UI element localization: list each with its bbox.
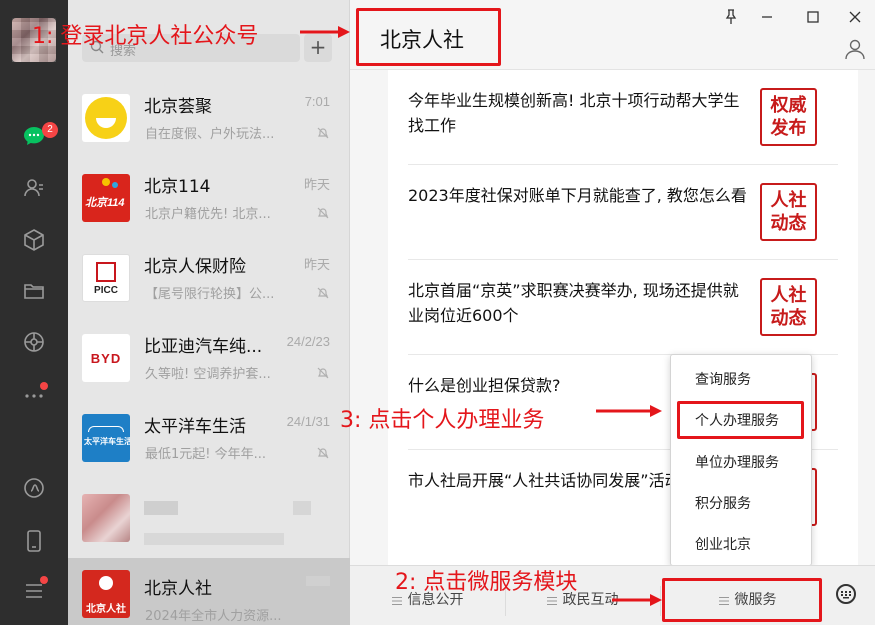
chat-time: 7:01 bbox=[304, 94, 330, 109]
phone-icon[interactable] bbox=[20, 527, 48, 555]
chat-item-redacted[interactable] bbox=[68, 478, 350, 558]
contacts-icon[interactable] bbox=[20, 174, 48, 202]
annotation-step-1: 1: 登录北京人社公众号 bbox=[32, 24, 259, 49]
annotation-arrow-3 bbox=[596, 405, 662, 417]
close-icon[interactable] bbox=[846, 8, 864, 26]
article-item[interactable]: 2023年度社保对账单下月就能查了, 教您怎么看 人社 动态 bbox=[408, 165, 838, 260]
avatar-text: PICC bbox=[94, 285, 118, 296]
article-item[interactable]: 今年毕业生规模创新高! 北京十项行动帮大学生找工作 权威 发布 bbox=[408, 70, 838, 165]
maximize-icon[interactable] bbox=[804, 8, 822, 26]
article-title: 2023年度社保对账单下月就能查了, 教您怎么看 bbox=[408, 186, 747, 205]
chat-list-panel: 搜索 + 北京荟聚 7:01 自在度假、户外玩法... 北京114 北京114 … bbox=[68, 0, 350, 625]
micro-service-menu: 查询服务 个人办理服务 单位办理服务 积分服务 创业北京 bbox=[670, 354, 812, 566]
keyboard-toggle-icon[interactable] bbox=[836, 584, 856, 604]
chat-time: 昨天 bbox=[303, 177, 330, 192]
chat-avatar: 北京人社 bbox=[82, 570, 130, 618]
chat-item-beijing-114[interactable]: 北京114 北京114 昨天 北京户籍优先! 北京... bbox=[68, 158, 350, 238]
article-title: 北京首届“京英”求职赛决赛举办, 现场还提供就业岗位近600个 bbox=[408, 281, 739, 325]
chat-name: 北京114 bbox=[144, 177, 211, 197]
chat-time: 24/1/31 bbox=[286, 414, 330, 429]
menu-item-startup-beijing[interactable]: 创业北京 bbox=[671, 525, 811, 565]
files-icon[interactable] bbox=[20, 277, 48, 305]
redacted-time bbox=[306, 576, 330, 586]
annotation-arrow-2 bbox=[612, 594, 662, 606]
annotation-box-title bbox=[356, 8, 501, 66]
article-tag: 人社 动态 bbox=[760, 183, 817, 241]
annotation-step-2: 2: 点击微服务模块 bbox=[395, 570, 578, 595]
avatar-decoration bbox=[102, 178, 110, 186]
menu-item-query-service[interactable]: 查询服务 bbox=[671, 360, 811, 400]
chat-avatar: 北京114 bbox=[82, 174, 130, 222]
profile-icon[interactable] bbox=[844, 38, 866, 60]
chat-name: 比亚迪汽车纯... bbox=[144, 337, 263, 357]
menu-item-company-service[interactable]: 单位办理服务 bbox=[671, 443, 811, 483]
chat-preview: 【尾号限行轮换】公... bbox=[145, 287, 275, 302]
mute-icon bbox=[317, 367, 329, 379]
menu-lines-icon bbox=[546, 597, 557, 605]
navigation-rail: 2 bbox=[0, 0, 68, 625]
chat-name: 北京人社 bbox=[144, 579, 212, 599]
avatar-decoration bbox=[99, 576, 113, 590]
chat-time: 24/2/23 bbox=[286, 334, 330, 349]
more-notification-dot bbox=[40, 382, 48, 390]
chat-avatar: BYD bbox=[82, 334, 130, 382]
mute-icon bbox=[317, 447, 329, 459]
article-item[interactable]: 北京首届“京英”求职赛决赛举办, 现场还提供就业岗位近600个 人社 动态 bbox=[408, 260, 838, 355]
minimize-icon[interactable] bbox=[758, 8, 776, 26]
redacted-text bbox=[144, 500, 312, 545]
article-title: 今年毕业生规模创新高! 北京十项行动帮大学生找工作 bbox=[408, 91, 740, 135]
mute-icon bbox=[317, 127, 329, 139]
avatar-text: 太平洋车生活 bbox=[84, 437, 130, 446]
article-tag: 权威 发布 bbox=[760, 88, 817, 146]
chat-avatar: 太平洋车生活 bbox=[82, 414, 130, 462]
chat-name: 北京人保财险 bbox=[144, 257, 246, 277]
avatar-decoration bbox=[112, 182, 118, 188]
menu-item-points-service[interactable]: 积分服务 bbox=[671, 484, 811, 524]
chat-preview: 2024年全市人力资源... bbox=[145, 609, 282, 624]
mute-icon bbox=[317, 287, 329, 299]
chat-preview: 最低1元起! 今年年... bbox=[145, 447, 267, 462]
avatar-text: BYD bbox=[90, 351, 122, 366]
moments-icon[interactable] bbox=[20, 328, 48, 356]
avatar-text: 北京人社 bbox=[86, 604, 126, 615]
menu-notification-dot bbox=[40, 576, 48, 584]
avatar-text: 北京114 bbox=[85, 197, 125, 209]
chat-avatar bbox=[82, 494, 130, 542]
chat-avatar bbox=[82, 94, 130, 142]
annotation-box-micro-service bbox=[662, 578, 822, 622]
unread-badge: 2 bbox=[42, 122, 58, 138]
mini-program-icon[interactable] bbox=[20, 474, 48, 502]
annotation-arrow-1 bbox=[300, 26, 350, 38]
pin-icon[interactable] bbox=[722, 8, 740, 26]
annotation-step-3: 3: 点击个人办理业务 bbox=[340, 408, 545, 433]
chat-preview: 北京户籍优先! 北京... bbox=[145, 207, 271, 222]
chat-name: 北京荟聚 bbox=[144, 97, 212, 117]
chat-item-beijing-renshe[interactable]: 北京人社 北京人社 2024年全市人力资源... bbox=[68, 558, 350, 625]
avatar-decoration bbox=[88, 426, 124, 432]
picc-logo-mark bbox=[96, 262, 116, 282]
chat-item-beijing-huiju[interactable]: 北京荟聚 7:01 自在度假、户外玩法... bbox=[68, 78, 350, 158]
chat-name: 太平洋车生活 bbox=[144, 417, 246, 437]
chat-item-taiping-yang[interactable]: 太平洋车生活 太平洋车生活 24/1/31 最低1元起! 今年年... bbox=[68, 398, 350, 478]
mute-icon bbox=[317, 207, 329, 219]
annotation-box-personal-service bbox=[677, 401, 804, 439]
chat-time: 昨天 bbox=[303, 257, 330, 272]
favorites-icon[interactable] bbox=[20, 226, 48, 254]
chat-avatar: PICC bbox=[82, 254, 130, 302]
chat-preview: 久等啦! 空调养护套... bbox=[145, 367, 271, 382]
article-tag: 人社 动态 bbox=[760, 278, 817, 336]
chat-item-beijing-picc[interactable]: PICC 北京人保财险 昨天 【尾号限行轮换】公... bbox=[68, 238, 350, 318]
chat-preview: 自在度假、户外玩法... bbox=[145, 127, 275, 142]
chat-item-byd[interactable]: BYD 比亚迪汽车纯... 24/2/23 久等啦! 空调养护套... bbox=[68, 318, 350, 398]
menu-lines-icon bbox=[391, 597, 402, 605]
